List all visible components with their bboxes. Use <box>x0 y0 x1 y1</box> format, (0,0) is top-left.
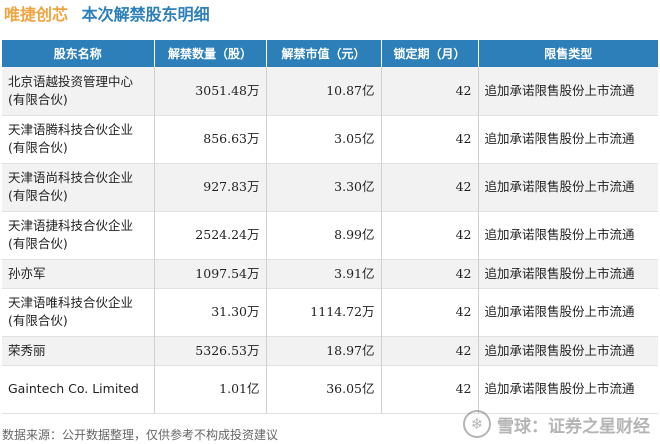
table-row: 天津语捷科技合伙企业(有限合伙) 2524.24万 8.99亿 42 追加承诺限… <box>2 211 658 259</box>
lock-period: 42 <box>381 336 479 365</box>
restriction-type: 追加承诺限售股份上市流通 <box>478 211 658 259</box>
shareholder-name: 天津语腾科技合伙企业(有限合伙) <box>2 115 155 163</box>
xueqiu-badge: ❄ 雪球：证券之星财经 <box>463 410 650 438</box>
unlock-quantity: 856.63万 <box>154 115 267 163</box>
lock-period: 42 <box>381 365 479 413</box>
restriction-type: 追加承诺限售股份上市流通 <box>478 336 658 365</box>
restriction-type: 追加承诺限售股份上市流通 <box>478 67 658 115</box>
lock-period: 42 <box>381 163 479 211</box>
table-row: 北京语越投资管理中心(有限合伙) 3051.48万 10.87亿 42 追加承诺… <box>2 67 658 115</box>
restriction-type: 追加承诺限售股份上市流通 <box>478 163 658 211</box>
table-header-row: 股东名称 解禁数量（股） 解禁市值（元） 锁定期（月） 限售类型 <box>2 40 658 67</box>
shareholder-name: 天津语捷科技合伙企业(有限合伙) <box>2 211 155 259</box>
unlock-market-value: 36.05亿 <box>266 365 382 413</box>
unlock-quantity: 1097.54万 <box>154 259 267 288</box>
snowball-icon: ❄ <box>463 410 491 438</box>
lock-period: 42 <box>381 211 479 259</box>
col-header-market-value: 解禁市值（元） <box>266 40 382 67</box>
shareholder-name: 天津语唯科技合伙企业(有限合伙) <box>2 288 155 336</box>
col-header-lock-period: 锁定期（月） <box>381 40 479 67</box>
unlock-market-value: 1114.72万 <box>266 288 382 336</box>
unlock-market-value: 3.05亿 <box>266 115 382 163</box>
lock-period: 42 <box>381 115 479 163</box>
table-row: 天津语腾科技合伙企业(有限合伙) 856.63万 3.05亿 42 追加承诺限售… <box>2 115 658 163</box>
unlock-quantity: 927.83万 <box>154 163 267 211</box>
restriction-type: 追加承诺限售股份上市流通 <box>478 259 658 288</box>
unlock-quantity: 2524.24万 <box>154 211 267 259</box>
lock-period: 42 <box>381 288 479 336</box>
unlock-quantity: 3051.48万 <box>154 67 267 115</box>
unlock-market-value: 8.99亿 <box>266 211 382 259</box>
badge-text: 雪球：证券之星财经 <box>497 416 650 437</box>
unlock-quantity: 1.01亿 <box>154 365 267 413</box>
title-text: 本次解禁股东明细 <box>81 5 210 24</box>
shareholder-name: 荣秀丽 <box>2 336 155 365</box>
table-row: 天津语唯科技合伙企业(有限合伙) 31.30万 1114.72万 42 追加承诺… <box>2 288 658 336</box>
brand-name: 唯捷创芯 <box>4 5 69 24</box>
table-row: 孙亦军 1097.54万 3.91亿 42 追加承诺限售股份上市流通 <box>2 259 658 288</box>
col-header-quantity: 解禁数量（股） <box>154 40 267 67</box>
shareholder-name: 天津语尚科技合伙企业(有限合伙) <box>2 163 155 211</box>
lock-period: 42 <box>381 259 479 288</box>
table-row: 天津语尚科技合伙企业(有限合伙) 927.83万 3.30亿 42 追加承诺限售… <box>2 163 658 211</box>
unlock-quantity: 5326.53万 <box>154 336 267 365</box>
shareholder-name: 北京语越投资管理中心(有限合伙) <box>2 67 155 115</box>
col-header-restriction-type: 限售类型 <box>478 40 658 67</box>
unlock-shareholders-table: 股东名称 解禁数量（股） 解禁市值（元） 锁定期（月） 限售类型 北京语越投资管… <box>2 40 658 414</box>
unlock-market-value: 18.97亿 <box>266 336 382 365</box>
unlock-quantity: 31.30万 <box>154 288 267 336</box>
col-header-shareholder: 股东名称 <box>2 40 155 67</box>
unlock-market-value: 10.87亿 <box>266 67 382 115</box>
shareholder-name: 孙亦军 <box>2 259 155 288</box>
table-row: 荣秀丽 5326.53万 18.97亿 42 追加承诺限售股份上市流通 <box>2 336 658 365</box>
restriction-type: 追加承诺限售股份上市流通 <box>478 365 658 413</box>
page-title: 唯捷创芯 本次解禁股东明细 <box>4 2 210 28</box>
restriction-type: 追加承诺限售股份上市流通 <box>478 288 658 336</box>
shareholder-name: Gaintech Co. Limited <box>2 365 155 413</box>
unlock-market-value: 3.30亿 <box>266 163 382 211</box>
data-source-note: 数据来源：公开数据整理，仅供参考不构成投资建议 <box>2 428 279 442</box>
table-row: Gaintech Co. Limited 1.01亿 36.05亿 42 追加承… <box>2 365 658 413</box>
lock-period: 42 <box>381 67 479 115</box>
unlock-market-value: 3.91亿 <box>266 259 382 288</box>
restriction-type: 追加承诺限售股份上市流通 <box>478 115 658 163</box>
